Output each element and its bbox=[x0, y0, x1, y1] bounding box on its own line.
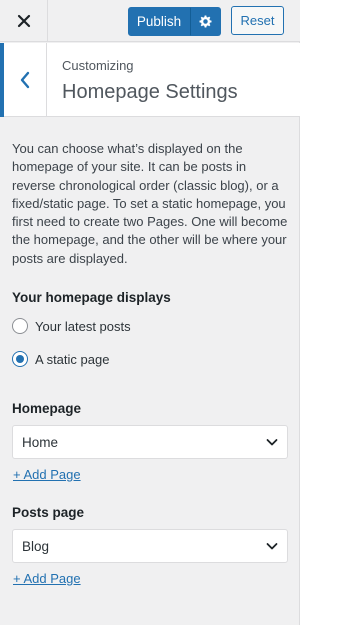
close-button[interactable] bbox=[0, 0, 48, 42]
posts-page-select[interactable]: Blog bbox=[12, 529, 288, 563]
radio-label: Your latest posts bbox=[35, 318, 131, 334]
add-homepage-link[interactable]: + Add Page bbox=[13, 467, 81, 482]
radio-latest-posts[interactable]: Your latest posts bbox=[12, 318, 131, 334]
breadcrumb: Customizing bbox=[62, 58, 134, 73]
homepage-select-value: Home bbox=[22, 434, 59, 450]
publish-settings-button[interactable] bbox=[190, 7, 221, 36]
radio-label: A static page bbox=[35, 351, 110, 367]
homepage-displays-label: Your homepage displays bbox=[12, 290, 171, 305]
gear-icon bbox=[199, 15, 212, 28]
section-description: You can choose what’s displayed on the h… bbox=[12, 141, 288, 266]
page-title: Homepage Settings bbox=[62, 81, 238, 103]
close-icon bbox=[17, 14, 30, 28]
publish-button[interactable]: Publish bbox=[128, 7, 190, 36]
chevron-down-icon bbox=[266, 439, 278, 446]
homepage-select[interactable]: Home bbox=[12, 425, 288, 459]
chevron-down-icon bbox=[266, 543, 278, 550]
reset-button[interactable]: Reset bbox=[231, 6, 284, 35]
posts-page-label: Posts page bbox=[12, 505, 85, 520]
radio-button[interactable] bbox=[12, 318, 28, 334]
radio-button[interactable] bbox=[12, 351, 28, 367]
add-posts-page-link[interactable]: + Add Page bbox=[13, 571, 81, 586]
customizer-panel: Publish Reset Customizing Homepage Setti… bbox=[0, 0, 300, 625]
chevron-left-icon bbox=[20, 71, 30, 89]
back-button[interactable] bbox=[0, 43, 47, 117]
publish-button-group: Publish bbox=[128, 7, 221, 36]
posts-page-select-value: Blog bbox=[22, 538, 50, 554]
homepage-label: Homepage bbox=[12, 401, 82, 416]
customizer-header: Publish Reset bbox=[0, 0, 300, 42]
radio-static-page[interactable]: A static page bbox=[12, 351, 109, 367]
section-header: Customizing Homepage Settings bbox=[0, 43, 300, 117]
